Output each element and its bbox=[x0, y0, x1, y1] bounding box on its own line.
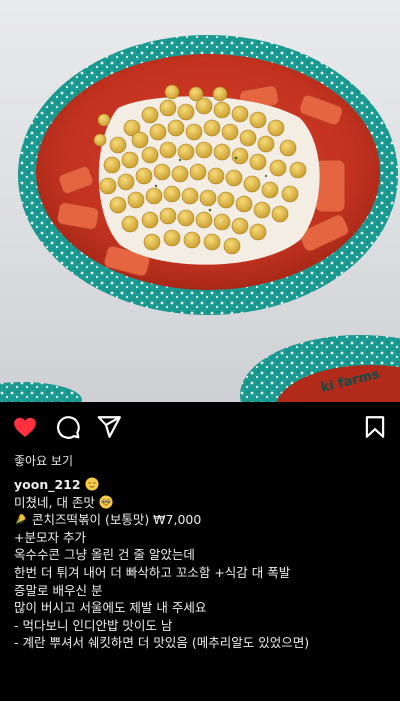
heart-filled-icon[interactable] bbox=[12, 414, 38, 440]
tteokbokki-bowl-image: ki farms bbox=[0, 35, 400, 402]
caption-text: 콘치즈떡볶이 (보통맛) ₩7,000 bbox=[31, 512, 202, 528]
caption-line: 증말로 배우신 분 bbox=[14, 582, 103, 598]
comment-icon[interactable] bbox=[55, 414, 81, 440]
caption-header: yoon_212 bbox=[14, 476, 390, 494]
post-action-bar bbox=[0, 402, 400, 452]
caption-line: 미쳤네, 대 존맛 bbox=[14, 494, 390, 512]
pleading-face-emoji bbox=[99, 495, 113, 509]
username[interactable]: yoon_212 bbox=[14, 477, 81, 492]
caption-line: 한번 더 튀겨 내어 더 빠삭하고 꼬소함 +식감 대 폭발 bbox=[14, 564, 291, 580]
bookmark-icon[interactable] bbox=[362, 414, 388, 440]
caption-line: 옥수수콘 그냥 올린 건 줄 알았는데 bbox=[14, 547, 195, 563]
caption-text: 미쳤네, 대 존맛 bbox=[14, 494, 95, 510]
caption-line: 콘치즈떡볶이 (보통맛) ₩7,000 bbox=[14, 511, 390, 529]
view-likes-link[interactable]: 좋아요 보기 bbox=[14, 452, 73, 469]
send-icon[interactable] bbox=[96, 414, 122, 440]
caption-line: - 먹다보니 인디안밥 맛이도 남 bbox=[14, 617, 173, 633]
relieved-face-emoji bbox=[85, 477, 99, 491]
post-caption: yoon_212 미쳤네, 대 존맛 콘치즈떡볶이 (보통맛) ₩7,000 +… bbox=[14, 476, 390, 652]
caption-line: - 계란 뿌셔서 쉐킷하면 더 맛있음 (메추리알도 있었으면) bbox=[14, 635, 310, 651]
corn-emoji bbox=[15, 514, 26, 526]
post-photo[interactable]: ki farms bbox=[0, 0, 400, 402]
caption-line: 많이 버시고 서울에도 제발 내 주세요 bbox=[14, 600, 207, 616]
caption-line: +분모자 추가 bbox=[14, 529, 86, 545]
